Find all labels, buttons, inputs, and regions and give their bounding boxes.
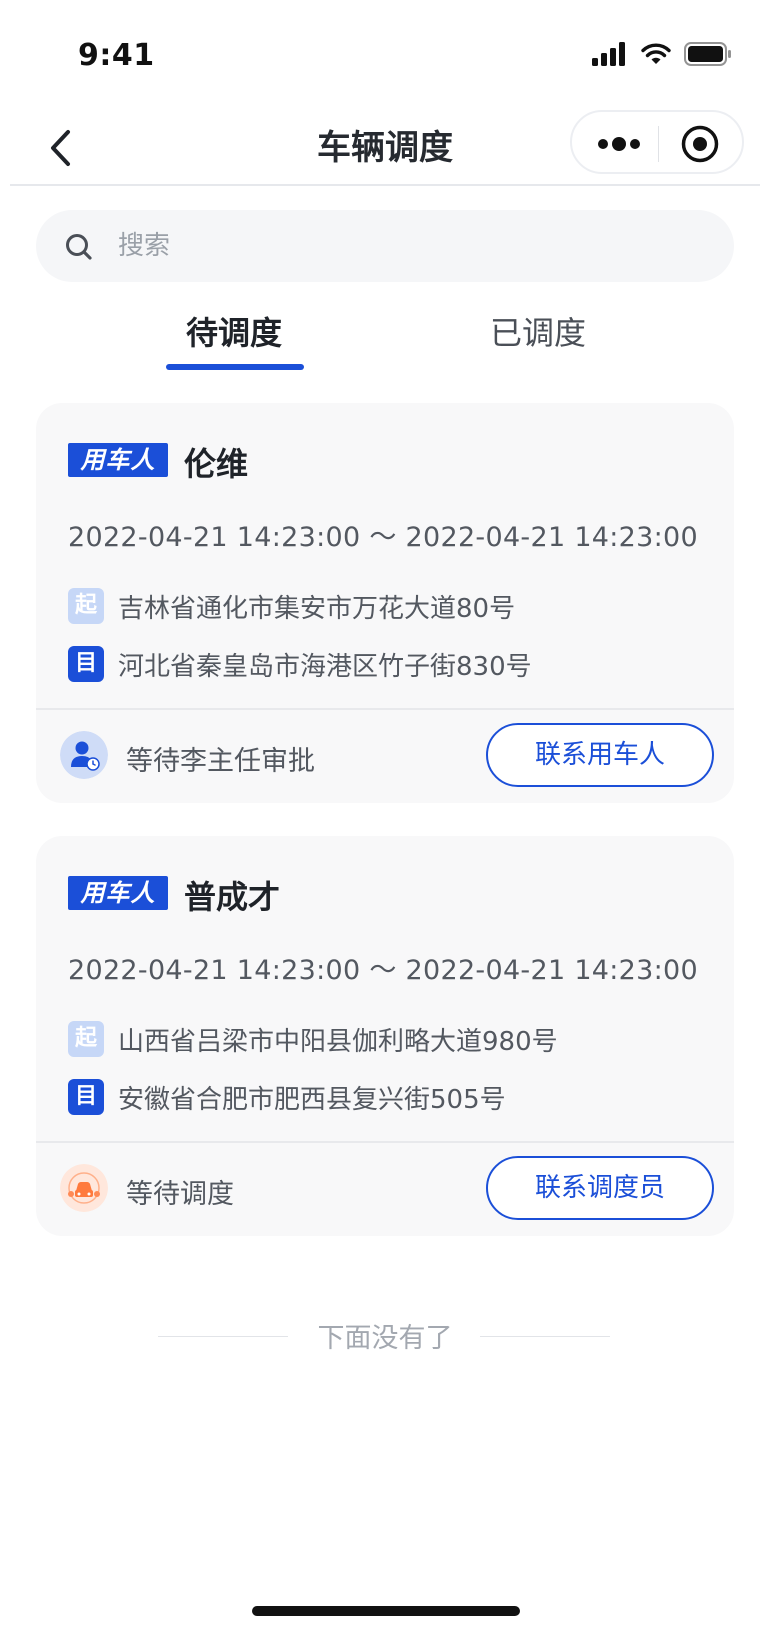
status-text: 等待李主任审批 [126, 746, 315, 777]
capsule-divider [658, 126, 659, 162]
home-indicator [252, 1606, 520, 1616]
close-target-icon[interactable] [680, 124, 720, 164]
nav-bar: 车辆调度 [10, 110, 760, 186]
contact-user-button[interactable]: 联系用车人 [486, 723, 714, 787]
end-address-row: 目 安徽省合肥市肥西县复兴街505号 [68, 1078, 506, 1116]
start-address: 吉林省通化市集安市万花大道80号 [118, 593, 516, 624]
wifi-icon [641, 43, 671, 64]
tab-bar: 待调度 已调度 [0, 308, 770, 372]
tab-active-indicator [166, 364, 304, 370]
tab-pending[interactable]: 待调度 [186, 308, 282, 364]
end-text: 下面没有了 [317, 1323, 453, 1354]
user-name: 伦维 [184, 445, 249, 483]
status-bar: 9:41 [0, 0, 770, 110]
user-badge: 用车人 [68, 876, 168, 910]
status-icons [592, 42, 732, 66]
search-bar[interactable] [36, 210, 734, 282]
more-icon[interactable] [596, 130, 642, 158]
card-divider [36, 708, 734, 710]
user-badge: 用车人 [68, 443, 168, 477]
approver-avatar-icon [60, 731, 108, 779]
search-input[interactable] [118, 222, 698, 270]
end-tag: 目 [68, 1079, 104, 1115]
user-name: 普成才 [184, 878, 281, 916]
mini-program-capsule [570, 110, 744, 174]
contact-dispatcher-button[interactable]: 联系调度员 [486, 1156, 714, 1220]
start-tag: 起 [68, 1021, 104, 1057]
start-address: 山西省吕梁市中阳县伽利略大道980号 [118, 1026, 558, 1057]
card-divider [36, 1141, 734, 1143]
time-range: 2022-04-21 14:23:00 ～ 2022-04-21 14:23:0… [68, 522, 698, 553]
status-time: 9:41 [78, 38, 155, 73]
dispatch-card[interactable]: 用车人 伦维 2022-04-21 14:23:00 ～ 2022-04-21 … [36, 403, 734, 803]
end-tag: 目 [68, 646, 104, 682]
start-address-row: 起 山西省吕梁市中阳县伽利略大道980号 [68, 1020, 558, 1058]
start-tag: 起 [68, 588, 104, 624]
end-address: 安徽省合肥市肥西县复兴街505号 [118, 1084, 506, 1115]
start-address-row: 起 吉林省通化市集安市万花大道80号 [68, 587, 515, 625]
dispatch-card[interactable]: 用车人 普成才 2022-04-21 14:23:00 ～ 2022-04-21… [36, 836, 734, 1236]
time-range: 2022-04-21 14:23:00 ～ 2022-04-21 14:23:0… [68, 955, 698, 986]
end-of-list-note: 下面没有了 [0, 1316, 770, 1356]
tab-dispatched[interactable]: 已调度 [490, 308, 586, 364]
end-line-right [480, 1336, 610, 1337]
car-dispatch-icon [60, 1164, 108, 1212]
status-text: 等待调度 [126, 1179, 234, 1210]
signal-icon [592, 42, 625, 66]
search-icon [66, 234, 92, 260]
end-address: 河北省秦皇岛市海港区竹子街830号 [118, 651, 532, 682]
battery-icon [684, 42, 731, 66]
end-address-row: 目 河北省秦皇岛市海港区竹子街830号 [68, 645, 532, 683]
